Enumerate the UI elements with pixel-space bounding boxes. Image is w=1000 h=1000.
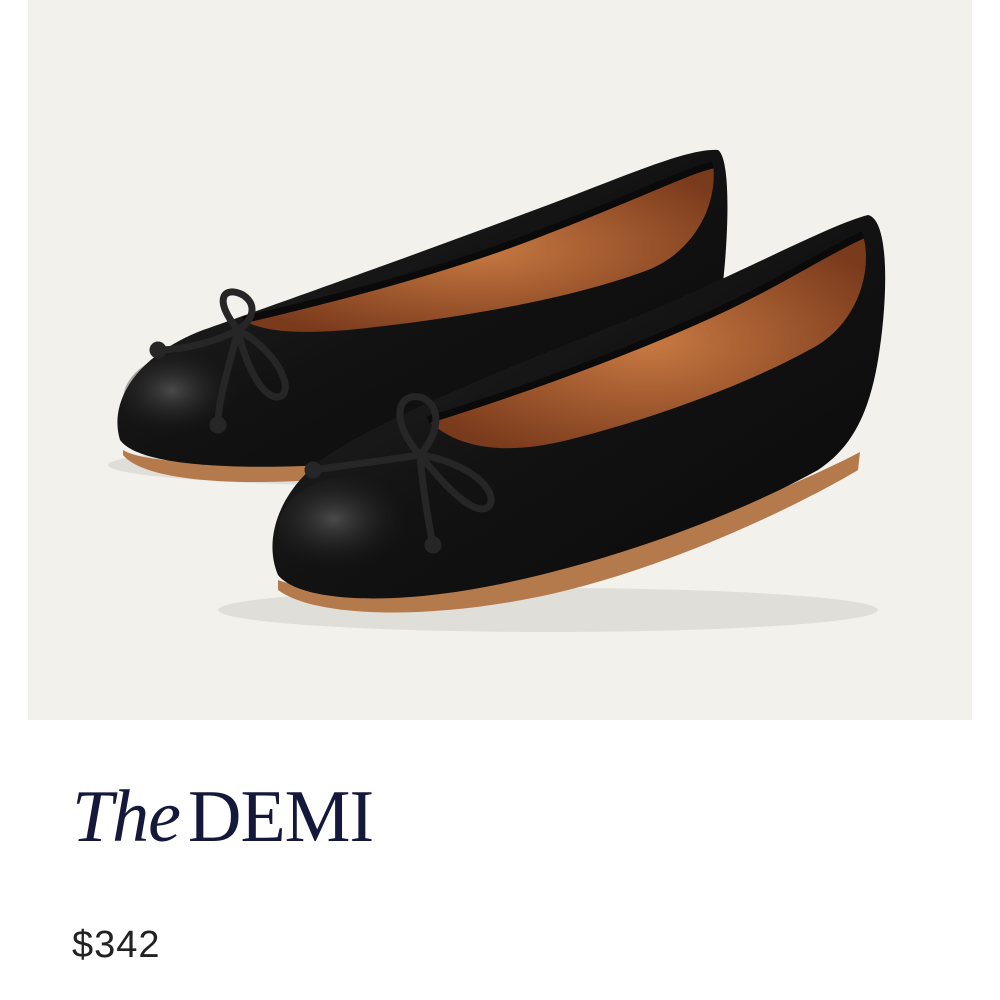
product-price: $342 xyxy=(72,924,161,966)
ballet-flats-illustration xyxy=(108,149,886,632)
product-image[interactable] xyxy=(28,0,972,720)
product-title-name: DEMI xyxy=(188,776,374,858)
product-title: The DEMI xyxy=(72,772,374,862)
product-title-prefix: The xyxy=(72,776,181,858)
